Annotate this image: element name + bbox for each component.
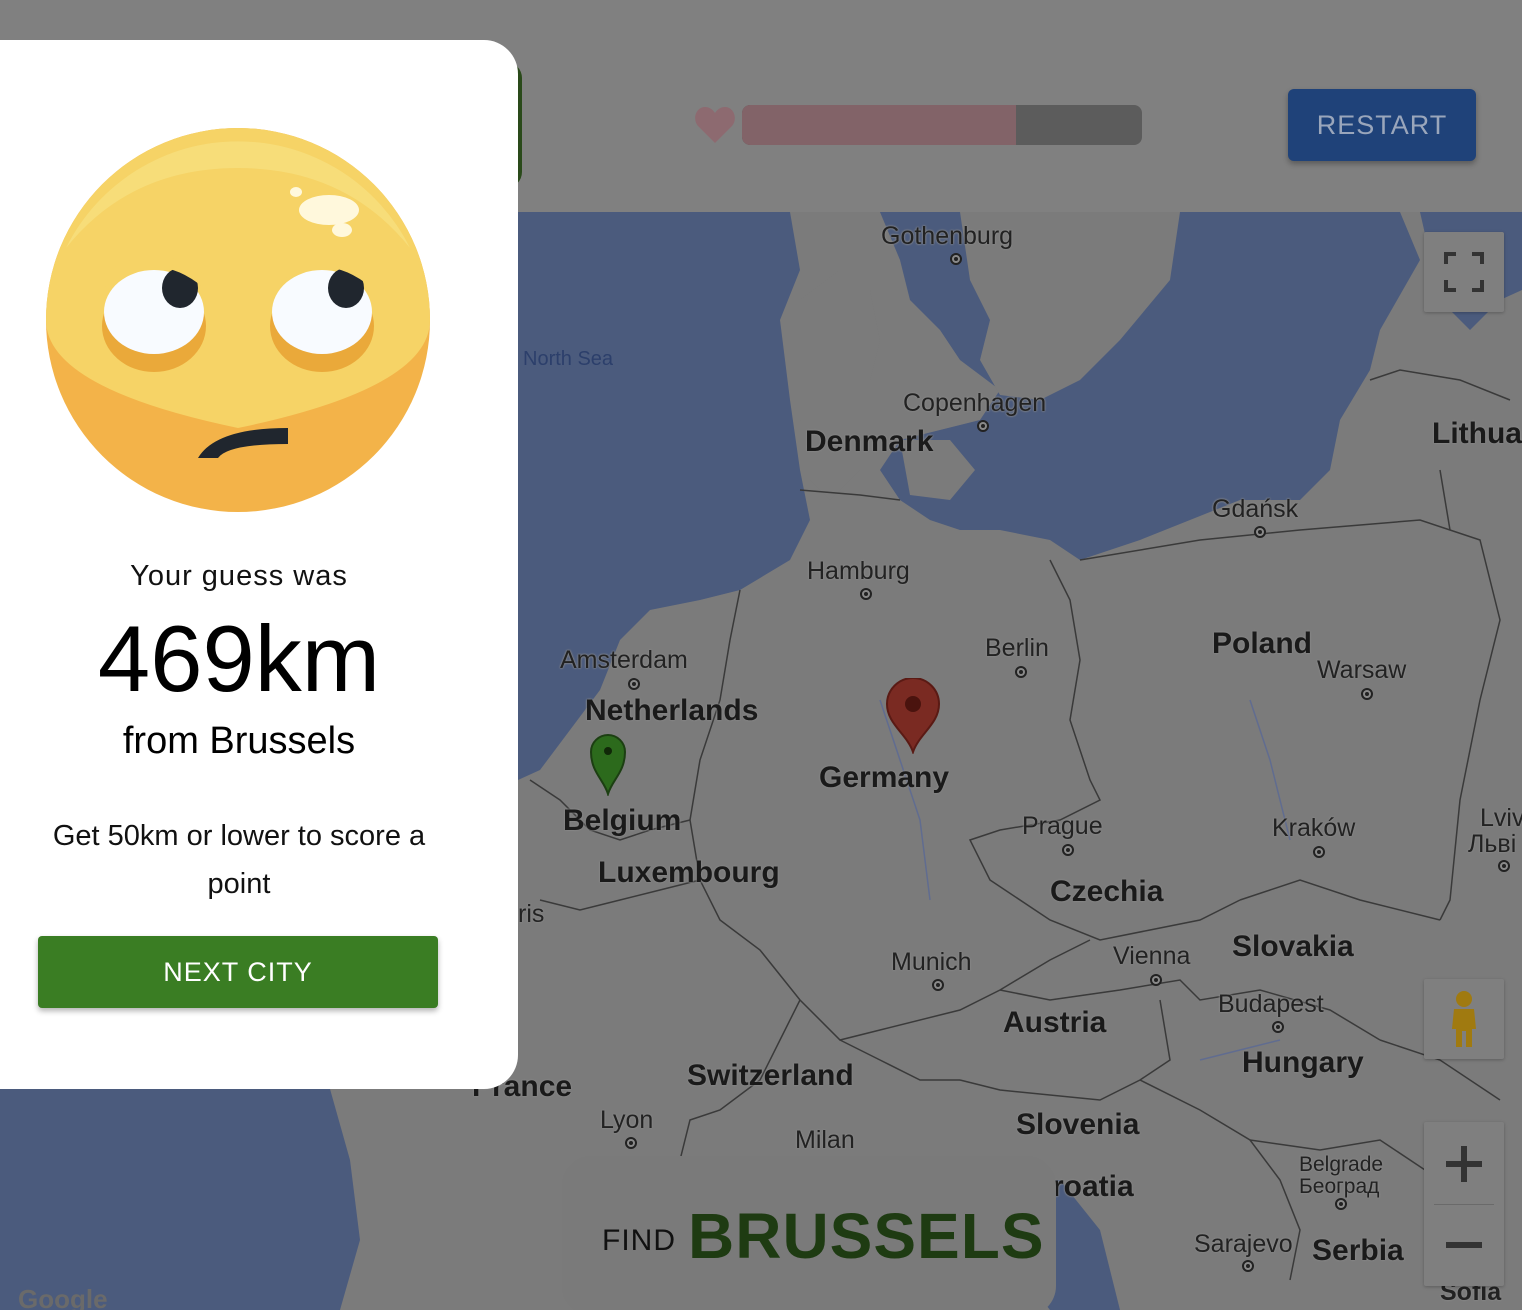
city-label-hamburg: Hamburg <box>807 557 910 585</box>
city-dot <box>860 588 872 600</box>
city-dot <box>1254 526 1266 538</box>
city-dot <box>1015 666 1027 678</box>
guess-distance: 469km <box>97 606 381 711</box>
city-label-copenhagen: Copenhagen <box>903 389 1047 417</box>
zoom-out-button[interactable] <box>1424 1205 1504 1285</box>
city-dot <box>932 979 944 991</box>
city-label-lyon: Lyon <box>600 1106 654 1134</box>
fullscreen-button[interactable] <box>1424 232 1504 312</box>
country-label-croatia: roatia <box>1052 1170 1134 1203</box>
city-dot <box>1498 860 1510 872</box>
heart-icon <box>694 104 736 146</box>
plus-icon <box>1446 1145 1482 1182</box>
zoom-controls <box>1424 1122 1504 1286</box>
fullscreen-icon <box>1444 252 1484 292</box>
from-city-text: from Brussels <box>122 720 356 762</box>
city-label-prague: Prague <box>1022 812 1103 840</box>
city-label-vienna: Vienna <box>1113 942 1191 970</box>
city-label-sarajevo: Sarajevo <box>1194 1230 1293 1258</box>
city-label-warsaw: Warsaw <box>1317 656 1407 684</box>
city-dot <box>628 678 640 690</box>
life-bar-fill <box>742 105 1016 145</box>
city-label-paris: ris <box>518 900 545 928</box>
city-label-berlin: Berlin <box>985 634 1049 662</box>
country-label-czechia: Czechia <box>1050 875 1164 908</box>
find-city-box: FIND BRUSSELS <box>562 1156 1056 1310</box>
country-label-poland: Poland <box>1212 627 1313 660</box>
city-label-budapest: Budapest <box>1218 990 1324 1018</box>
country-label-slovakia: Slovakia <box>1232 930 1354 963</box>
country-label-belgium: Belgium <box>563 804 682 837</box>
city-dot <box>1313 846 1325 858</box>
zoom-in-button[interactable] <box>1424 1124 1504 1204</box>
city-dot <box>1361 688 1373 700</box>
city-label-belgrade: Belgrade <box>1299 1153 1384 1176</box>
result-modal: Your guess was 469km from Brussels Get 5… <box>0 40 518 1089</box>
country-label-austria: Austria <box>1003 1006 1107 1039</box>
score-hint-text: Get 50km or lower to score a point <box>52 820 426 900</box>
country-label-switzerland: Switzerland <box>687 1059 854 1092</box>
life-meter <box>694 104 1142 146</box>
guess-intro-text: Your guess was <box>130 560 348 592</box>
country-label-slovenia: Slovenia <box>1016 1108 1140 1141</box>
street-view-button[interactable] <box>1424 979 1504 1059</box>
city-label-krakow: Kraków <box>1272 814 1356 842</box>
city-label-gdansk: Gdańsk <box>1212 495 1299 523</box>
city-dot <box>625 1137 637 1149</box>
country-label-germany: Germany <box>819 761 950 794</box>
city-dot <box>977 420 989 432</box>
country-label-netherlands: Netherlands <box>585 694 759 727</box>
find-prefix: FIND <box>602 1224 676 1257</box>
target-city-name: BRUSSELS <box>688 1200 1045 1272</box>
country-label-lithuania: Lithua <box>1432 417 1522 450</box>
sea-label: North Sea <box>523 348 614 370</box>
eye-roll-emoji-icon <box>46 128 430 517</box>
google-logo: Google <box>18 1284 108 1310</box>
city-label-gothenburg: Gothenburg <box>881 222 1014 250</box>
city-dot <box>1062 844 1074 856</box>
country-label-luxembourg: Luxembourg <box>598 856 780 889</box>
restart-button[interactable]: RESTART <box>1288 89 1476 161</box>
country-label-serbia: Serbia <box>1312 1234 1404 1267</box>
city-dot <box>950 253 962 265</box>
city-label-belgrade-cyrillic: Београд <box>1299 1175 1380 1198</box>
city-dot <box>1335 1198 1347 1210</box>
city-label-munich: Munich <box>891 948 972 976</box>
next-city-button[interactable]: NEXT CITY <box>38 936 438 1008</box>
guess-location-marker <box>885 677 941 759</box>
minus-icon <box>1446 1241 1482 1248</box>
city-label-lviv-cyrillic: Льві <box>1468 830 1517 858</box>
country-label-denmark: Denmark <box>805 425 934 458</box>
city-label-amsterdam: Amsterdam <box>560 646 688 674</box>
actual-location-marker <box>589 732 627 801</box>
city-dot <box>1242 1260 1254 1272</box>
life-bar <box>742 105 1142 145</box>
city-label-lviv: Lviv <box>1480 804 1522 832</box>
country-label-hungary: Hungary <box>1242 1046 1364 1079</box>
city-dot <box>1272 1021 1284 1033</box>
pegman-icon <box>1452 991 1476 1047</box>
city-dot <box>1150 974 1162 986</box>
city-label-milan: Milan <box>795 1126 855 1154</box>
